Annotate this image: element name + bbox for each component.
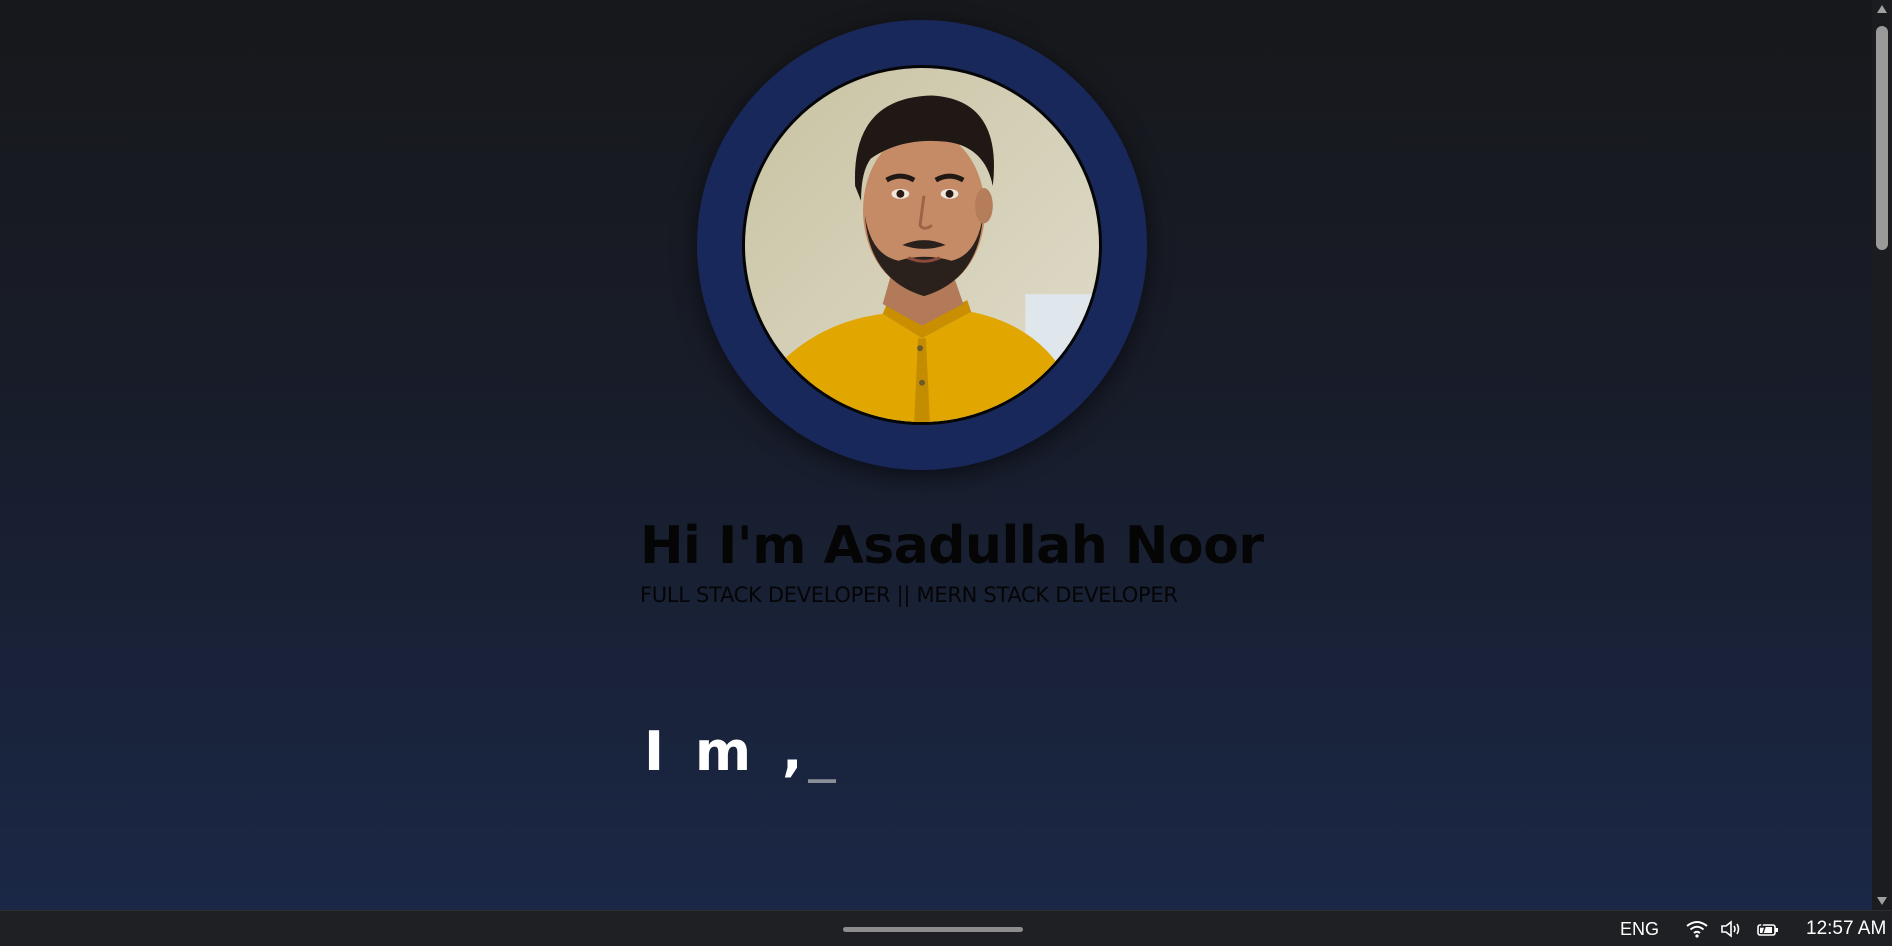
home-indicator[interactable] [843,927,1023,932]
wifi-icon[interactable] [1686,919,1708,939]
taskbar: ENG 12:57 AM [0,910,1892,946]
portfolio-page: Hi I'm Asadullah Noor FULL STACK DEVELOP… [0,0,1872,910]
scrollbar-thumb[interactable] [1876,26,1888,250]
vertical-scrollbar[interactable] [1872,0,1892,910]
profile-photo [742,65,1102,425]
hero-title: Hi I'm Asadullah Noor [640,516,1264,576]
clock[interactable]: 12:57 AM [1806,918,1886,940]
typing-text: I m , [644,720,809,783]
scroll-up-arrow-icon[interactable] [1872,0,1892,18]
scroll-down-arrow-icon[interactable] [1872,892,1892,910]
language-indicator[interactable]: ENG [1620,919,1659,940]
profile-photo-illustration [745,68,1099,422]
hero-subtitle: FULL STACK DEVELOPER || MERN STACK DEVEL… [640,583,1178,607]
typing-cursor: _ [808,720,836,783]
volume-icon[interactable] [1720,919,1742,939]
typing-text-line: I m ,_ [644,720,835,783]
battery-icon[interactable] [1756,919,1778,939]
